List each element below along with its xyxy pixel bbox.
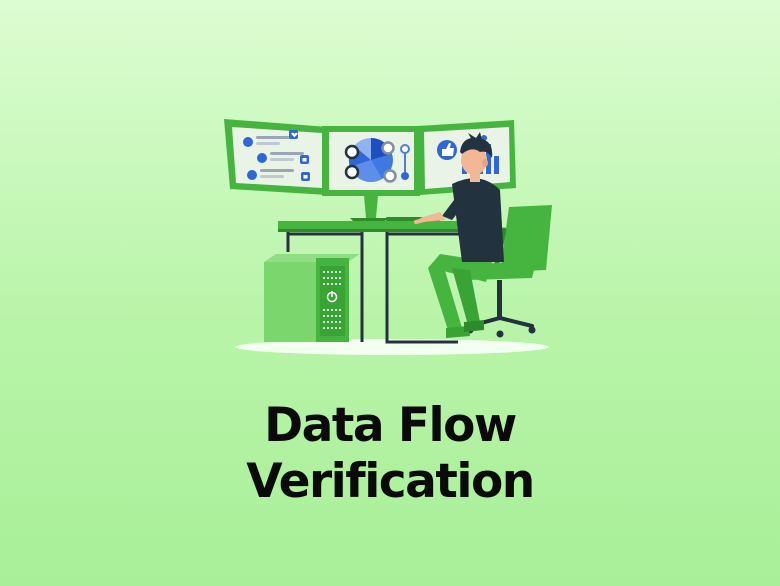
thumbs-up-icon <box>300 155 309 164</box>
page-title: Data Flow Verification <box>0 398 780 510</box>
title-line-2: Verification <box>246 454 535 509</box>
monitor-center <box>322 126 420 196</box>
title-line-1: Data Flow <box>264 398 517 453</box>
monitor-stand <box>350 195 388 222</box>
heart-icon <box>289 130 298 139</box>
hero-card: Data Flow Verification <box>0 0 780 586</box>
monitor-left <box>224 119 328 195</box>
thumbs-up-icon <box>437 140 457 160</box>
thumbs-up-icon <box>301 172 310 181</box>
pc-tower <box>264 254 360 342</box>
